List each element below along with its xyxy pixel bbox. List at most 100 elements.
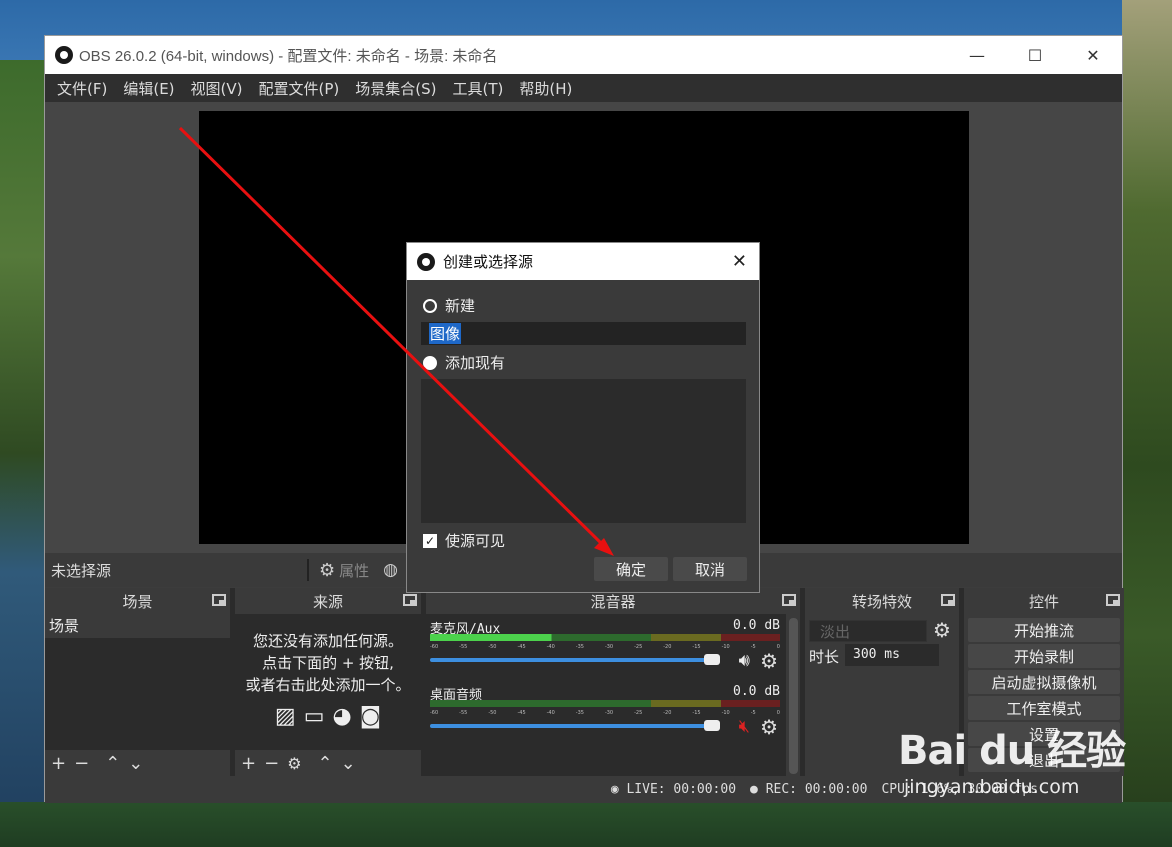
source-name-input[interactable]: 图像 [421, 322, 746, 345]
radio-unchecked-icon [423, 298, 437, 313]
channel-db: 0.0 dB [733, 684, 780, 699]
maximize-button[interactable]: ☐ [1006, 36, 1064, 74]
sources-list[interactable]: 您还没有添加任何源。 点击下面的 + 按钮, 或者右击此处添加一个。 ▨ ▭ ◕… [235, 614, 421, 750]
float-dock-icon[interactable] [782, 594, 796, 606]
move-up-icon[interactable]: ⌃ [105, 753, 120, 774]
remove-icon[interactable]: − [74, 753, 89, 774]
add-existing-radio[interactable]: 添加现有 [423, 352, 505, 373]
empty-hint-line-3: 或者右击此处添加一个。 [245, 676, 411, 694]
float-dock-icon[interactable] [403, 594, 417, 606]
record-dot-icon: ● [750, 782, 766, 797]
mixer-dock: 混音器 麦克风/Aux 0.0 dB -60 -55 -50 -45 -40 -35 -30… [426, 588, 800, 776]
mixer-channel-mic: 麦克风/Aux 0.0 dB -60 -55 -50 -45 -40 -35 -30 -25-… [426, 614, 786, 676]
create-new-radio[interactable]: 新建 [423, 295, 475, 316]
wallpaper-bottom [0, 802, 1172, 847]
rec-status: ● REC: 00:00:00 [750, 782, 868, 797]
add-icon[interactable]: + [241, 753, 256, 774]
float-dock-icon[interactable] [941, 594, 955, 606]
properties-label: 属性 [339, 561, 370, 580]
start-recording-button[interactable]: 开始录制 [968, 644, 1120, 668]
menu-file[interactable]: 文件(F) [49, 78, 115, 99]
properties-button[interactable]: ⚙ 属性 [319, 560, 369, 581]
start-virtual-camera-button[interactable]: 启动虚拟摄像机 [968, 670, 1120, 694]
duration-label: 时长 [809, 648, 840, 666]
studio-mode-button[interactable]: 工作室模式 [968, 696, 1120, 720]
close-icon[interactable]: ✕ [732, 251, 747, 272]
toolbar-separator [307, 559, 309, 581]
remove-icon[interactable]: − [264, 753, 279, 774]
existing-sources-list[interactable] [421, 379, 746, 523]
window-title: OBS 26.0.2 (64-bit, windows) - 配置文件: 未命名… [79, 47, 498, 65]
filters-icon[interactable]: ◍ [383, 560, 398, 580]
add-existing-label: 添加现有 [445, 354, 506, 372]
menu-tools[interactable]: 工具(T) [444, 78, 511, 99]
meter-ticks: -60 -55 -50 -45 -40 -35 -30 -25 -20 -15 -10 -5 0 [430, 710, 780, 716]
add-icon[interactable]: + [51, 753, 66, 774]
gear-icon: ⚙ [319, 559, 336, 581]
gear-icon[interactable]: ⚙ [933, 618, 951, 642]
start-streaming-button[interactable]: 开始推流 [968, 618, 1120, 642]
monitor-icon: ▭ [303, 704, 325, 729]
create-new-label: 新建 [445, 297, 476, 315]
obs-logo-icon [55, 46, 73, 64]
empty-hint-line-2: 点击下面的 + 按钮, [262, 654, 394, 672]
scenes-dock: 场景 场景 + − ⌃ ⌄ [45, 588, 230, 776]
move-up-icon[interactable]: ⌃ [318, 753, 333, 774]
radio-checked-icon [423, 355, 437, 370]
float-dock-icon[interactable] [212, 594, 226, 606]
transition-select[interactable]: 淡出 [809, 620, 927, 642]
mixer-channel-desktop: 桌面音频 0.0 dB -60 -55 -50 -45 -40 -35 -30 -25 -20-… [426, 680, 786, 742]
menu-bar: 文件(F) 编辑(E) 视图(V) 配置文件(P) 场景集合(S) 工具(T) … [45, 74, 1122, 102]
speaker-muted-icon[interactable]: 🔇︎ [739, 716, 750, 737]
watermark-main: Bai du 经验 [898, 728, 1126, 774]
broadcast-icon: ◉ [610, 782, 627, 797]
volume-meter [430, 634, 780, 641]
transitions-title: 转场特效 [851, 592, 912, 611]
menu-scene-collection[interactable]: 场景集合(S) [347, 78, 444, 99]
menu-view[interactable]: 视图(V) [183, 78, 251, 99]
speaker-icon[interactable]: 🔊︎ [739, 650, 750, 671]
title-bar: OBS 26.0.2 (64-bit, windows) - 配置文件: 未命名… [45, 36, 1122, 74]
minimize-button[interactable]: — [948, 36, 1006, 74]
gear-icon[interactable]: ⚙ [287, 754, 301, 773]
make-visible-label: 使源可见 [445, 532, 506, 550]
camera-icon: ◙ [359, 704, 382, 729]
volume-slider[interactable] [430, 658, 714, 662]
menu-edit[interactable]: 编辑(E) [115, 78, 182, 99]
gear-icon[interactable]: ⚙ [760, 715, 778, 739]
channel-db: 0.0 dB [733, 618, 780, 633]
make-visible-checkbox[interactable]: ✓ 使源可见 [423, 530, 505, 551]
duration-input[interactable]: 300 ms [845, 644, 939, 666]
scene-list-item[interactable]: 场景 [45, 614, 230, 638]
dialog-title-bar: 创建或选择源 ✕ [407, 243, 759, 280]
dialog-title: 创建或选择源 [443, 253, 534, 271]
selected-source-label: 未选择源 [51, 561, 112, 580]
baidu-watermark: Bai du 经验 jingyan.baidu.com [898, 718, 1126, 798]
mixer-scrollbar[interactable] [789, 618, 798, 774]
checkbox-checked-icon: ✓ [423, 533, 437, 548]
image-icon: ▨ [274, 704, 296, 729]
obs-logo-icon [417, 252, 435, 271]
volume-slider-handle[interactable] [704, 654, 720, 665]
browser-globe-icon: ◕ [332, 704, 352, 729]
close-button[interactable]: ✕ [1064, 36, 1122, 74]
volume-slider[interactable] [430, 724, 714, 728]
meter-ticks: -60 -55 -50 -45 -40 -35 -30 -25 -20 -15 -10 -5 0 [430, 644, 780, 650]
cancel-button[interactable]: 取消 [673, 557, 747, 581]
menu-profile[interactable]: 配置文件(P) [251, 78, 348, 99]
volume-meter [430, 700, 780, 707]
mixer-title: 混音器 [590, 592, 636, 611]
gear-icon[interactable]: ⚙ [760, 649, 778, 673]
controls-title: 控件 [1028, 592, 1059, 611]
create-select-source-dialog: 创建或选择源 ✕ 新建 图像 添加现有 ✓ 使源可见 确定 取消 [406, 242, 760, 593]
wallpaper-right [1122, 0, 1172, 847]
menu-help[interactable]: 帮助(H) [511, 78, 580, 99]
sources-title: 来源 [312, 592, 343, 611]
move-down-icon[interactable]: ⌄ [341, 753, 356, 774]
source-name-value: 图像 [429, 323, 462, 344]
move-down-icon[interactable]: ⌄ [128, 753, 143, 774]
volume-slider-handle[interactable] [704, 720, 720, 731]
ok-button[interactable]: 确定 [594, 557, 668, 581]
float-dock-icon[interactable] [1106, 594, 1120, 606]
empty-hint-line-1: 您还没有添加任何源。 [252, 632, 403, 650]
